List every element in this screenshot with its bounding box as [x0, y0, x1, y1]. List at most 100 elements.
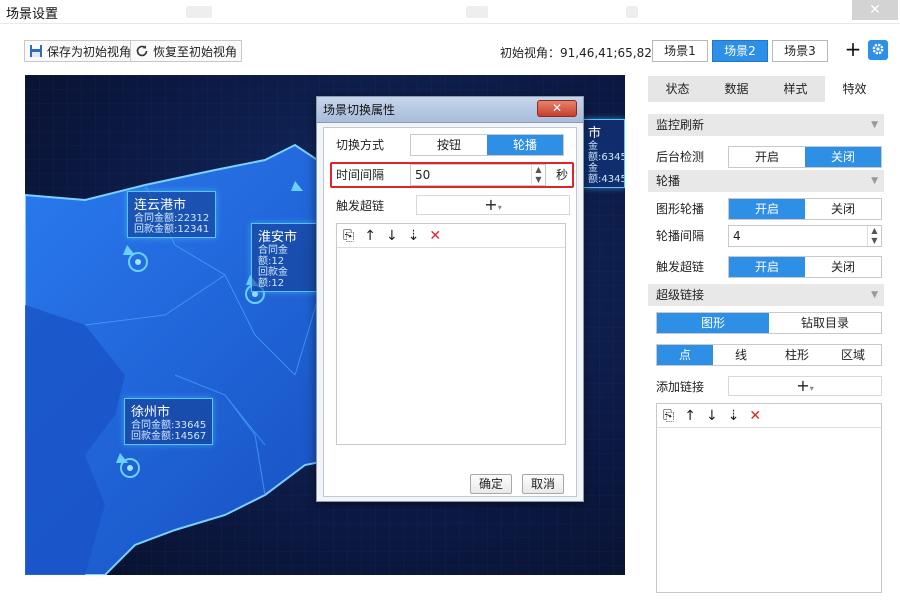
blurred-title-fragment: [466, 6, 488, 18]
section-title: 监控刷新: [656, 118, 705, 132]
arrow-up-icon[interactable]: ↑: [364, 228, 376, 244]
window-title: 场景设置: [6, 7, 59, 22]
refresh-icon: [135, 44, 149, 58]
tab-style[interactable]: 样式: [766, 76, 825, 102]
bg-detect-on[interactable]: 开启: [729, 147, 805, 167]
add-link-button[interactable]: +▾: [728, 376, 882, 396]
carousel-interval-input[interactable]: 4 ▲ ▼: [728, 225, 882, 247]
switch-mode-label: 切换方式: [336, 138, 385, 152]
shape-bar[interactable]: 柱形: [769, 345, 825, 365]
properties-tabs: 状态 数据 样式 特效: [648, 76, 884, 102]
callout-lianyungang: 连云港市 合同金额:22312 回款金额:12341: [127, 191, 217, 238]
dialog-close-button[interactable]: ✕: [537, 100, 577, 117]
add-scene-button[interactable]: +: [843, 39, 863, 60]
toolbar: 保存为初始视角 恢复至初始视角 初始视角：91,46,41;65,82,0 场景…: [0, 24, 900, 76]
shape-line[interactable]: 线: [713, 345, 769, 365]
callout-partial-city: 市 金额:6345 金额:4345: [581, 119, 625, 188]
arrow-down-icon[interactable]: ↓: [386, 228, 398, 244]
scene-tab-2[interactable]: 场景2: [712, 40, 768, 62]
link-type-drill[interactable]: 钻取目录: [769, 313, 881, 333]
blurred-title-fragment: [626, 6, 638, 18]
move-bottom-icon[interactable]: ⇣: [728, 408, 740, 424]
bg-detect-label: 后台检测: [656, 150, 705, 164]
switch-mode-toggle: 按钮 轮播: [410, 134, 564, 156]
chevron-down-icon: ▼: [871, 120, 878, 130]
callout-city: 徐州市: [131, 405, 171, 420]
spinner-arrows-icon[interactable]: ▲ ▼: [531, 165, 545, 185]
section-monitor-refresh[interactable]: 监控刷新 ▼: [648, 114, 884, 136]
ok-button[interactable]: 确定: [470, 474, 512, 494]
copy-icon[interactable]: ⎘: [343, 228, 354, 244]
shape-point[interactable]: 点: [657, 345, 713, 365]
spinner-arrows-icon[interactable]: ▲ ▼: [867, 226, 881, 246]
restore-initial-view-label: 恢复至初始视角: [153, 44, 238, 59]
carousel-interval-label: 轮播间隔: [656, 229, 705, 243]
scene-tab-3[interactable]: 场景3: [772, 40, 828, 62]
callout-contract: 合同金额:22312: [134, 213, 210, 224]
dropdown-caret-icon: ▾: [809, 384, 814, 393]
tab-status[interactable]: 状态: [648, 76, 707, 102]
callout-city: 连云港市: [134, 198, 187, 213]
window-close-button[interactable]: ✕: [852, 0, 898, 20]
section-title: 轮播: [656, 174, 681, 188]
tab-effects[interactable]: 特效: [825, 76, 884, 102]
plus-icon: +: [484, 195, 498, 214]
callout-collection: 回款金额:14567: [131, 431, 207, 442]
window-titlebar: 场景设置 ✕: [0, 0, 900, 24]
section-carousel[interactable]: 轮播 ▼: [648, 170, 884, 192]
callout-collection: 回款金额:12341: [134, 224, 210, 235]
copy-icon[interactable]: ⎘: [663, 408, 674, 424]
link-type-graphic[interactable]: 图形: [657, 313, 769, 333]
save-initial-view-button[interactable]: 保存为初始视角: [24, 40, 137, 62]
save-icon: [29, 44, 43, 58]
map-marker-dot: [127, 465, 133, 471]
chevron-down-icon: ▼: [871, 176, 878, 186]
carousel-interval-value: 4: [733, 229, 741, 243]
move-bottom-icon[interactable]: ⇣: [408, 228, 420, 244]
bg-detect-off[interactable]: 关闭: [805, 147, 881, 167]
callout-collection: 金额:4345: [588, 163, 625, 185]
graphic-carousel-off[interactable]: 关闭: [805, 199, 881, 219]
shape-area[interactable]: 区域: [825, 345, 881, 365]
dialog-titlebar: 场景切换属性 ✕: [317, 97, 583, 123]
trigger-link-on[interactable]: 开启: [729, 257, 805, 277]
add-trigger-link-button[interactable]: +▾: [416, 195, 570, 215]
link-type-toggle: 图形 钻取目录: [656, 312, 882, 334]
initial-view-readout: 初始视角：91,46,41;65,82,0: [500, 46, 664, 60]
link-list[interactable]: ⎘ ↑ ↓ ⇣ ✕: [656, 403, 882, 593]
cancel-button[interactable]: 取消: [522, 474, 564, 494]
callout-xuzhou: 徐州市 合同金额:33645 回款金额:14567: [124, 398, 214, 445]
delete-icon[interactable]: ✕: [429, 228, 441, 244]
graphic-carousel-toggle: 开启 关闭: [728, 198, 882, 220]
settings-button[interactable]: [868, 40, 888, 60]
scene-tab-1[interactable]: 场景1: [652, 40, 708, 62]
chevron-down-icon: ▼: [871, 290, 878, 300]
trigger-link-toggle: 开启 关闭: [728, 256, 882, 278]
graphic-carousel-on[interactable]: 开启: [729, 199, 805, 219]
add-link-label: 添加链接: [656, 380, 705, 394]
delete-icon[interactable]: ✕: [749, 408, 761, 424]
trigger-link-off[interactable]: 关闭: [805, 257, 881, 277]
switch-mode-button[interactable]: 按钮: [411, 135, 487, 155]
shape-type-toggle: 点 线 柱形 区域: [656, 344, 882, 366]
restore-initial-view-button[interactable]: 恢复至初始视角: [130, 40, 243, 62]
switch-mode-carousel[interactable]: 轮播: [487, 135, 563, 155]
bg-detect-toggle: 开启 关闭: [728, 146, 882, 168]
dialog-title: 场景切换属性: [323, 103, 396, 117]
callout-collection: 回款金额:12: [258, 267, 288, 289]
arrow-down-icon[interactable]: ↓: [706, 408, 718, 424]
callout-city: 淮安市: [258, 230, 298, 245]
interval-label: 时间间隔: [336, 168, 385, 182]
interval-unit: 秒: [556, 168, 569, 182]
interval-input[interactable]: 50 ▲ ▼: [410, 164, 546, 186]
trigger-list-toolbar: ⎘ ↑ ↓ ⇣ ✕: [337, 224, 565, 248]
section-hyperlink[interactable]: 超级链接 ▼: [648, 284, 884, 306]
save-initial-view-label: 保存为初始视角: [47, 44, 132, 59]
tab-data[interactable]: 数据: [707, 76, 766, 102]
trigger-link-label: 触发超链: [656, 260, 705, 274]
dialog-body: 切换方式 按钮 轮播 时间间隔 50 ▲ ▼ 秒 触发超链 +▾ ⎘ ↑ ↓ ⇣ …: [323, 127, 577, 497]
callout-huaian: 淮安市 合同金额:12 回款金额:12: [251, 223, 321, 292]
callout-contract: 合同金额:33645: [131, 420, 207, 431]
arrow-up-icon[interactable]: ↑: [684, 408, 696, 424]
trigger-link-list[interactable]: ⎘ ↑ ↓ ⇣ ✕: [336, 223, 566, 445]
